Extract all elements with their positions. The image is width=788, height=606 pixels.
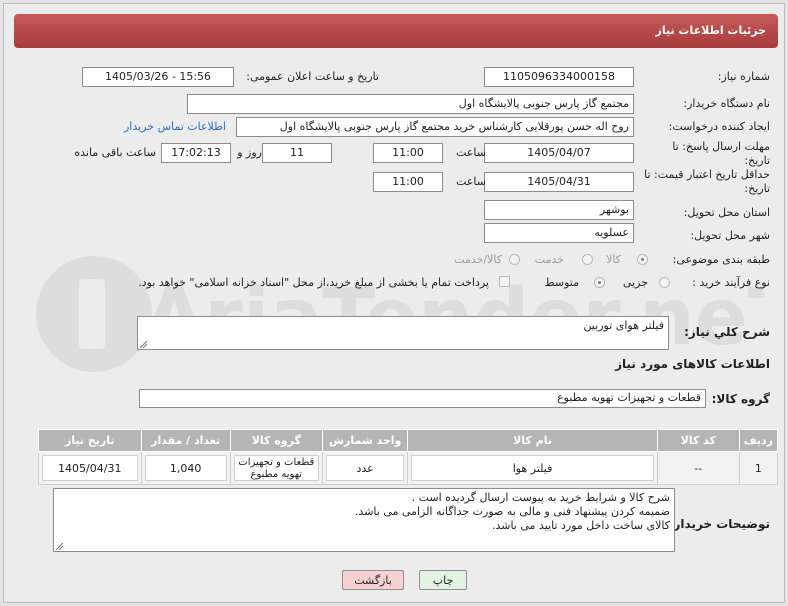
category-service-label: خدمت	[534, 253, 564, 266]
category-goods-radio[interactable]	[637, 254, 648, 265]
col-quantity-header: تعداد / مقدار	[140, 429, 231, 452]
process-medium-label: متوسط	[544, 276, 579, 289]
price-validity-date-field: 1405/04/31	[484, 172, 634, 192]
deadline-label: مهلت ارسال پاسخ: تا تاریخ:	[672, 140, 770, 167]
treasury-payment-checkbox[interactable]	[499, 276, 510, 287]
col-group-header: گروه کالا	[229, 429, 323, 452]
buyer-note-line: شرح کالا و شرایط خرید به پیوست ارسال گرد…	[411, 491, 670, 504]
category-goods-service-label: کالا/خدمت	[454, 253, 502, 266]
col-code-header: کد کالا	[656, 429, 740, 452]
details-panel: جزئیات اطلاعات نیاز AriaTender.neT شماره…	[3, 3, 785, 603]
city-label: شهر محل تحویل:	[690, 229, 770, 242]
cell-code: --	[656, 451, 740, 485]
cell-need-date: 1405/04/31	[42, 455, 138, 481]
buyer-note-line: ضمیمه کردن پیشنهاد فنی و مالی به صورت جد…	[354, 505, 670, 518]
table-header-row: ردیف کد کالا نام کالا واحد شمارش گروه کا…	[38, 429, 779, 452]
requester-label: ایجاد کننده درخواست:	[668, 120, 770, 133]
days-label: روز و	[237, 146, 262, 159]
col-name-header: نام کالا	[407, 429, 658, 452]
buyer-notes-textarea[interactable]: شرح کالا و شرایط خرید به پیوست ارسال گرد…	[53, 488, 675, 552]
resize-grip-icon[interactable]	[56, 543, 63, 550]
deadline-time-label: ساعت	[456, 146, 486, 159]
cell-group: قطعات و تجهیزات تهویه مطبوع	[233, 455, 319, 481]
province-label: استان محل تحویل:	[683, 206, 770, 219]
city-field: عسلویه	[484, 223, 634, 243]
cell-unit: عدد	[325, 455, 405, 481]
deadline-date-field: 1405/04/07	[484, 143, 634, 163]
category-label: طبقه بندی موضوعی:	[672, 253, 770, 266]
process-medium-radio[interactable]	[594, 277, 605, 288]
process-minor-label: جزیی	[622, 276, 648, 289]
summary-textarea[interactable]: فیلتر هوای توربین	[137, 316, 669, 350]
buyer-note-line: کالای ساخت داخل مورد تایید می باشد.	[491, 519, 670, 532]
resize-grip-icon[interactable]	[140, 341, 147, 348]
price-validity-time-field: 11:00	[373, 172, 443, 192]
table-row: 1 -- فیلتر هوا عدد قطعات و تجهیزات تهویه…	[38, 451, 779, 485]
need-number-field: 1105096334000158	[484, 67, 634, 87]
cell-row: 1	[738, 451, 779, 485]
buyer-contact-link[interactable]: اطلاعات تماس خریدار	[124, 120, 226, 133]
deadline-time-field: 11:00	[373, 143, 443, 163]
price-validity-label: حداقل تاریخ اعتبار قیمت: تا تاریخ:	[644, 168, 770, 195]
process-minor-radio[interactable]	[659, 277, 670, 288]
requester-field: روح اله حسن پورقلایی کارشناس خرید مجتمع …	[236, 117, 634, 137]
cell-quantity: 1,040	[144, 455, 227, 481]
category-goods-service-radio[interactable]	[509, 254, 520, 265]
col-unit-header: واحد شمارش	[321, 429, 409, 452]
summary-text: فیلتر هوای توربین	[583, 319, 664, 332]
category-service-radio[interactable]	[582, 254, 593, 265]
treasury-payment-note: پرداخت تمام یا بخشی از مبلغ خرید،از محل …	[138, 276, 489, 289]
process-type-label: نوع فرآیند خرید :	[692, 276, 770, 289]
province-field: بوشهر	[484, 200, 634, 220]
goods-group-field: قطعات و تجهیزات تهویه مطبوع	[139, 389, 706, 408]
time-remaining-field: 17:02:13	[161, 143, 231, 163]
col-row-header: ردیف	[738, 429, 779, 452]
need-number-label: شماره نیاز:	[717, 70, 770, 83]
col-date-header: تاریخ نیاز	[38, 429, 142, 452]
goods-group-label: گروه کالا:	[711, 392, 770, 406]
items-table: ردیف کد کالا نام کالا واحد شمارش گروه کا…	[38, 429, 779, 485]
time-remaining-label: ساعت باقی مانده	[74, 146, 156, 159]
days-remaining-field: 11	[262, 143, 332, 163]
category-goods-label: کالا	[606, 253, 621, 266]
buyer-notes-label: توضیحات خریدار:	[668, 517, 770, 531]
goods-section-title: اطلاعات کالاهای مورد نیاز	[615, 357, 770, 371]
buyer-org-label: نام دستگاه خریدار:	[683, 97, 770, 110]
buyer-org-field: مجتمع گاز پارس جنوبی پالایشگاه اول	[187, 94, 634, 114]
announce-datetime-field: 1405/03/26 - 15:56	[82, 67, 234, 87]
announce-label: تاریخ و ساعت اعلان عمومی:	[246, 70, 379, 83]
cell-name: فیلتر هوا	[411, 455, 654, 481]
print-button[interactable]: چاپ	[419, 570, 467, 590]
back-button[interactable]: بازگشت	[342, 570, 404, 590]
summary-label: شرح کلي نياز:	[684, 325, 770, 339]
price-validity-time-label: ساعت	[456, 175, 486, 188]
page-title: جزئیات اطلاعات نیاز	[14, 14, 778, 48]
